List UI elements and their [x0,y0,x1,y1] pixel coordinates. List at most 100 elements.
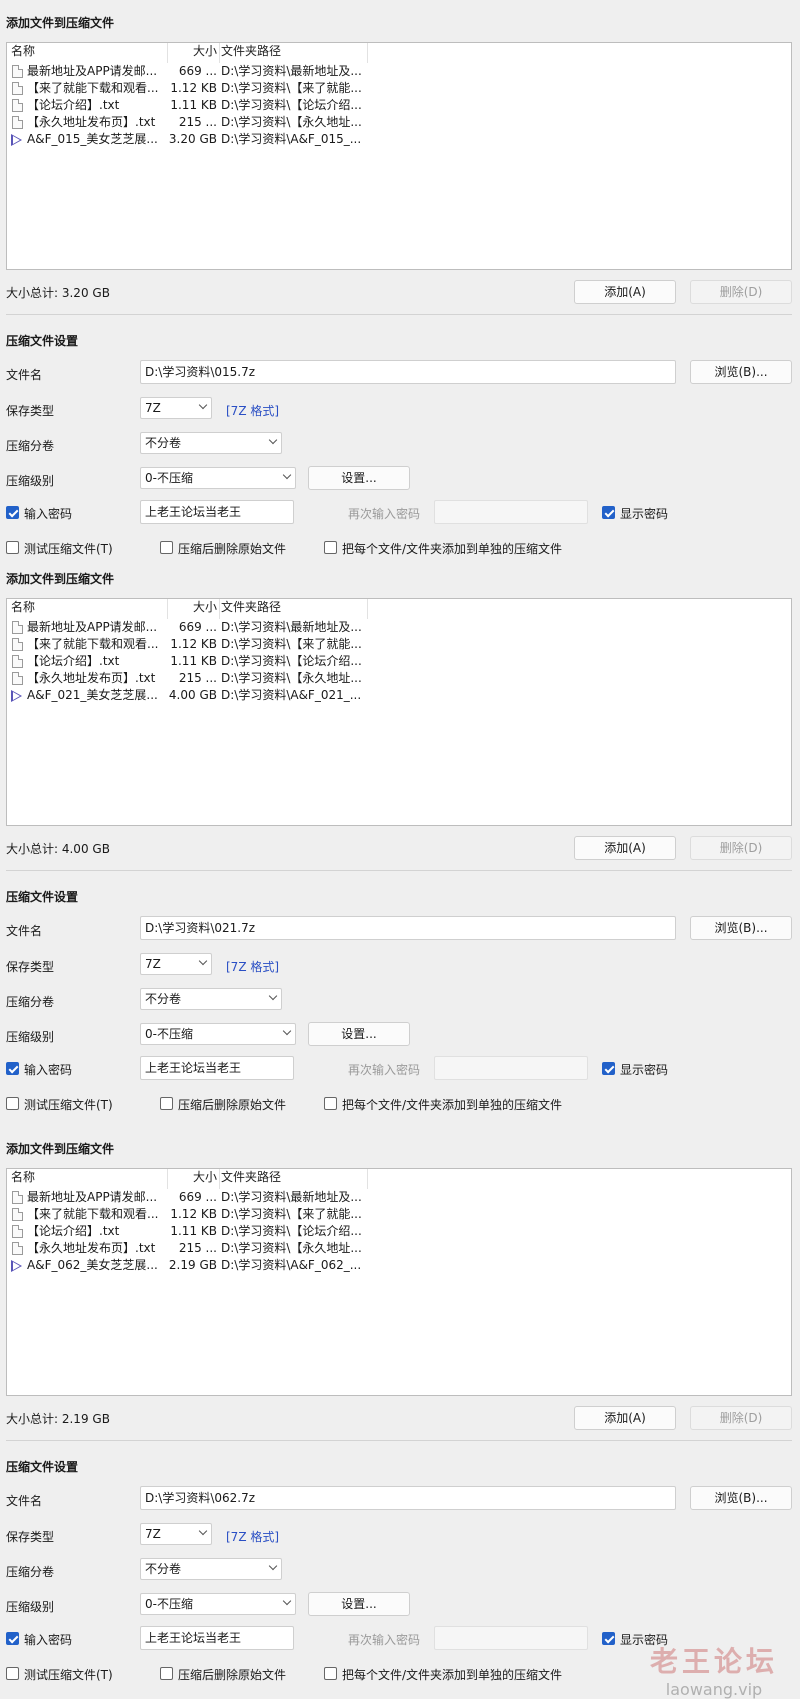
delete-after-label[interactable]: 压缩后删除原始文件 [178,1096,286,1113]
file-row[interactable]: 最新地址及APP请发邮... 669 ... D:\学习资料\最新地址及... [7,1189,367,1206]
browse-button[interactable]: 浏览(B)... [690,1486,792,1510]
delete-after-checkbox[interactable] [160,1667,173,1680]
file-row[interactable]: 最新地址及APP请发邮... 669 ... D:\学习资料\最新地址及... [7,63,367,80]
delete-button[interactable]: 删除(D) [690,280,792,304]
test-archive-label[interactable]: 测试压缩文件(T) [24,1096,113,1113]
column-divider[interactable] [167,1169,168,1189]
each-separately-checkbox[interactable] [324,1667,337,1680]
password-label[interactable]: 输入密码 [24,505,72,522]
file-row[interactable]: A&F_015_美女芝芝展... 3.20 GB D:\学习资料\A&F_015_.… [7,131,367,148]
add-button[interactable]: 添加(A) [574,280,676,304]
column-header-size[interactable]: 大小 [167,43,217,60]
reenter-password-input[interactable] [434,500,588,524]
column-divider[interactable] [219,1169,220,1189]
file-row[interactable]: A&F_021_美女芝芝展... 4.00 GB D:\学习资料\A&F_021_.… [7,687,367,704]
column-divider[interactable] [367,43,368,63]
column-header-path[interactable]: 文件夹路径 [221,599,367,616]
column-divider[interactable] [219,599,220,619]
each-separately-label[interactable]: 把每个文件/文件夹添加到单独的压缩文件 [342,1666,562,1683]
add-button[interactable]: 添加(A) [574,836,676,860]
chevron-down-icon [282,1596,292,1606]
test-archive-checkbox[interactable] [6,1667,19,1680]
save-type-select[interactable]: 7Z [140,1523,212,1545]
password-label[interactable]: 输入密码 [24,1061,72,1078]
column-header-size[interactable]: 大小 [167,599,217,616]
column-header-name[interactable]: 名称 [11,43,167,60]
delete-button[interactable]: 删除(D) [690,1406,792,1430]
test-archive-label[interactable]: 测试压缩文件(T) [24,540,113,557]
split-select[interactable]: 不分卷 [140,432,282,454]
format-link[interactable]: [7Z 格式] [226,958,279,975]
each-separately-label[interactable]: 把每个文件/文件夹添加到单独的压缩文件 [342,540,562,557]
file-row[interactable]: 【论坛介绍】.txt 1.11 KB D:\学习资料\【论坛介绍... [7,653,367,670]
show-password-checkbox[interactable] [602,1062,615,1075]
delete-after-label[interactable]: 压缩后删除原始文件 [178,1666,286,1683]
settings-button[interactable]: 设置... [308,466,410,490]
show-password-checkbox[interactable] [602,506,615,519]
password-input[interactable]: 上老王论坛当老王 [140,1056,294,1080]
compression-level-select[interactable]: 0-不压缩 [140,467,296,489]
column-header-path[interactable]: 文件夹路径 [221,1169,367,1186]
column-header-name[interactable]: 名称 [11,599,167,616]
show-password-checkbox[interactable] [602,1632,615,1645]
file-list[interactable]: 名称 大小 文件夹路径 最新地址及APP请发邮... 669 ... D:\学习资料… [6,42,792,270]
filename-input[interactable]: D:\学习资料\062.7z [140,1486,676,1510]
save-type-select[interactable]: 7Z [140,953,212,975]
column-divider[interactable] [367,599,368,619]
file-row[interactable]: 【来了就能下载和观看... 1.12 KB D:\学习资料\【来了就能... [7,80,367,97]
test-archive-label[interactable]: 测试压缩文件(T) [24,1666,113,1683]
delete-after-checkbox[interactable] [160,541,173,554]
save-type-select[interactable]: 7Z [140,397,212,419]
file-row[interactable]: 【来了就能下载和观看... 1.12 KB D:\学习资料\【来了就能... [7,1206,367,1223]
column-divider[interactable] [219,43,220,63]
password-label[interactable]: 输入密码 [24,1631,72,1648]
reenter-password-input[interactable] [434,1626,588,1650]
file-row[interactable]: 【永久地址发布页】.txt 215 ... D:\学习资料\【永久地址... [7,670,367,687]
compression-level-select[interactable]: 0-不压缩 [140,1023,296,1045]
each-separately-checkbox[interactable] [324,541,337,554]
compression-level-select[interactable]: 0-不压缩 [140,1593,296,1615]
column-header-path[interactable]: 文件夹路径 [221,43,367,60]
show-password-label[interactable]: 显示密码 [620,505,668,522]
column-header-size[interactable]: 大小 [167,1169,217,1186]
split-select[interactable]: 不分卷 [140,1558,282,1580]
show-password-label[interactable]: 显示密码 [620,1061,668,1078]
delete-after-checkbox[interactable] [160,1097,173,1110]
file-row[interactable]: 【论坛介绍】.txt 1.11 KB D:\学习资料\【论坛介绍... [7,1223,367,1240]
column-divider[interactable] [367,1169,368,1189]
format-link[interactable]: [7Z 格式] [226,1528,279,1545]
file-row[interactable]: 【来了就能下载和观看... 1.12 KB D:\学习资料\【来了就能... [7,636,367,653]
file-list[interactable]: 名称 大小 文件夹路径 最新地址及APP请发邮... 669 ... D:\学习资料… [6,598,792,826]
filename-input[interactable]: D:\学习资料\021.7z [140,916,676,940]
file-row[interactable]: 【论坛介绍】.txt 1.11 KB D:\学习资料\【论坛介绍... [7,97,367,114]
file-row[interactable]: A&F_062_美女芝芝展... 2.19 GB D:\学习资料\A&F_062_.… [7,1257,367,1274]
settings-button[interactable]: 设置... [308,1022,410,1046]
file-row[interactable]: 最新地址及APP请发邮... 669 ... D:\学习资料\最新地址及... [7,619,367,636]
filename-input[interactable]: D:\学习资料\015.7z [140,360,676,384]
password-checkbox[interactable] [6,506,19,519]
column-divider[interactable] [167,43,168,63]
test-archive-checkbox[interactable] [6,1097,19,1110]
browse-button[interactable]: 浏览(B)... [690,916,792,940]
file-row[interactable]: 【永久地址发布页】.txt 215 ... D:\学习资料\【永久地址... [7,1240,367,1257]
file-path: D:\学习资料\最新地址及... [221,620,362,634]
format-link[interactable]: [7Z 格式] [226,402,279,419]
column-header-name[interactable]: 名称 [11,1169,167,1186]
each-separately-checkbox[interactable] [324,1097,337,1110]
each-separately-label[interactable]: 把每个文件/文件夹添加到单独的压缩文件 [342,1096,562,1113]
delete-after-label[interactable]: 压缩后删除原始文件 [178,540,286,557]
file-row[interactable]: 【永久地址发布页】.txt 215 ... D:\学习资料\【永久地址... [7,114,367,131]
reenter-password-input[interactable] [434,1056,588,1080]
password-input[interactable]: 上老王论坛当老王 [140,500,294,524]
password-input[interactable]: 上老王论坛当老王 [140,1626,294,1650]
settings-button[interactable]: 设置... [308,1592,410,1616]
file-list[interactable]: 名称 大小 文件夹路径 最新地址及APP请发邮... 669 ... D:\学习资料… [6,1168,792,1396]
password-checkbox[interactable] [6,1062,19,1075]
password-checkbox[interactable] [6,1632,19,1645]
add-button[interactable]: 添加(A) [574,1406,676,1430]
browse-button[interactable]: 浏览(B)... [690,360,792,384]
column-divider[interactable] [167,599,168,619]
delete-button[interactable]: 删除(D) [690,836,792,860]
split-select[interactable]: 不分卷 [140,988,282,1010]
test-archive-checkbox[interactable] [6,541,19,554]
